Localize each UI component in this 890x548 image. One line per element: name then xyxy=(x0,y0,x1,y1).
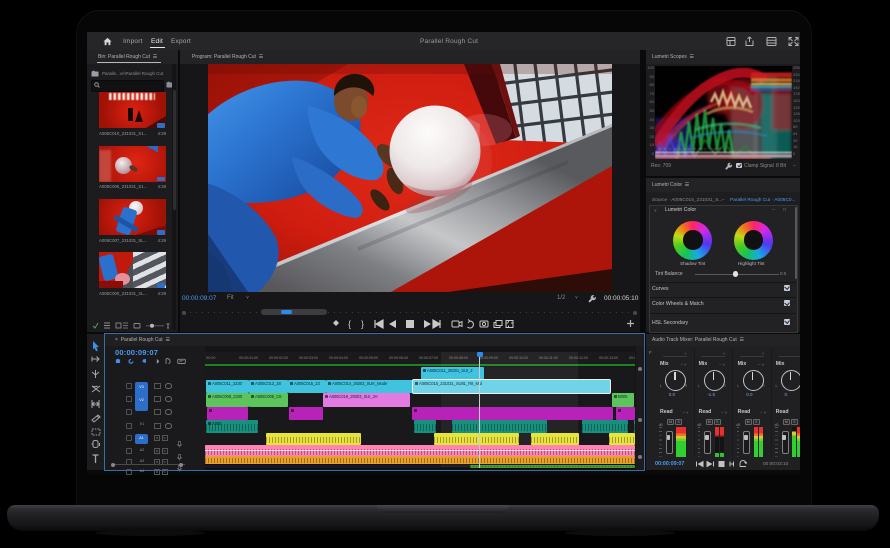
svg-text:{: { xyxy=(348,319,351,329)
svg-text:}: } xyxy=(361,319,364,329)
